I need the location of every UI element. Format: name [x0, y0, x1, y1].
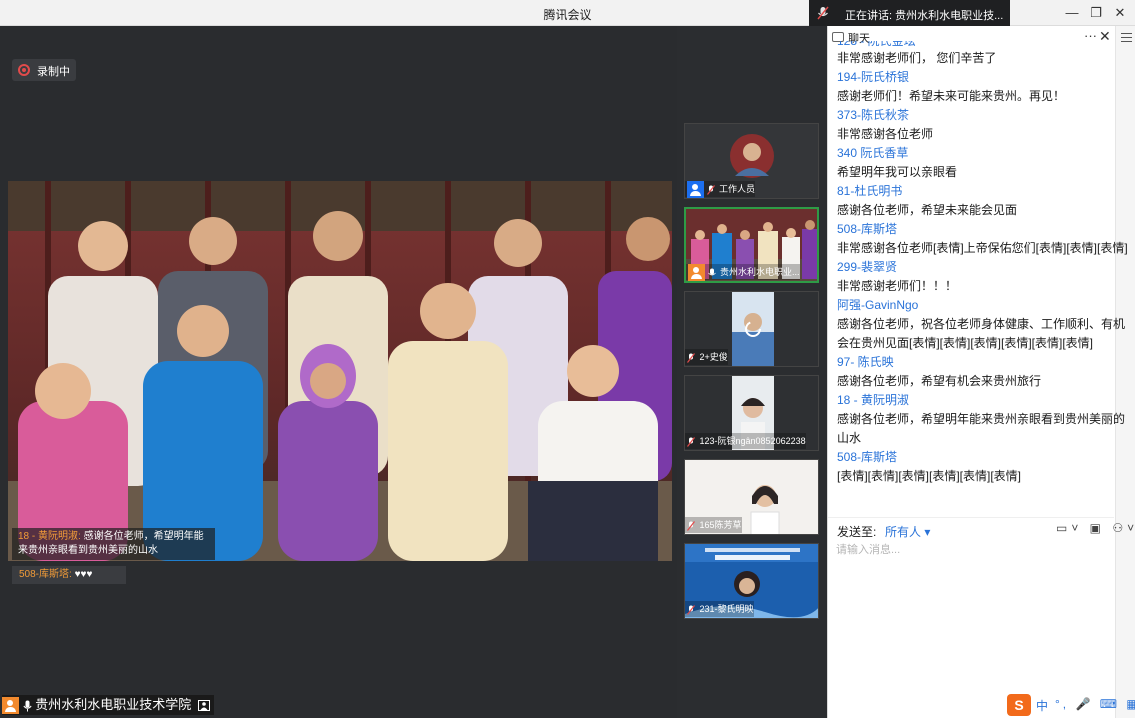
chat-sender: 508-库斯塔: [837, 222, 898, 236]
recording-indicator[interactable]: 录制中: [12, 59, 76, 81]
danmaku-sender: 508-库斯塔:: [19, 569, 72, 580]
presenter-label: 贵州水利水电职业技术学院: [2, 695, 214, 715]
main-stage: 录制中 18 - 黄阮明淑: 感谢各位老师，希望明年能来贵州亲眼看到贵州美丽的山…: [0, 26, 677, 718]
chat-message-text: 非常感谢老师们！！！: [837, 279, 958, 293]
chat-message-text: 感谢各位老师，希望未来能会见面: [837, 203, 1018, 217]
chat-sender: 18 - 黄阮明淑: [837, 393, 910, 407]
participant-thumb-active[interactable]: 贵州水利水电职业...: [684, 207, 819, 283]
mic-muted-icon: [817, 6, 829, 20]
danmaku-message: 508-库斯塔: ♥♥♥: [12, 566, 126, 584]
chat-sender: 508-库斯塔: [837, 450, 898, 464]
chat-message-text: 感谢各位老师，希望明年能来贵州亲眼看到贵州美丽的山水: [837, 412, 1126, 445]
participant-thumbnails: 工作人员 贵州水利水电职业... 2+史俊 123-阮银ngân08520622…: [677, 26, 827, 718]
chat-message-text: 非常感谢老师们， 您们辛苦了: [837, 51, 997, 65]
chat-message-text: 感谢老师们！希望未来可能来贵州。再见！: [837, 89, 1066, 103]
participant-thumb[interactable]: 2+史俊: [684, 291, 819, 367]
chat-messages[interactable]: 128 - 阮氏金玹 非常感谢老师们， 您们辛苦了 194-阮氏桥银 感谢老师们…: [837, 41, 1127, 501]
subtitle-caption: 18 - 黄阮明淑: 感谢各位老师，希望明年能来贵州亲眼看到贵州美丽的山水: [12, 528, 215, 560]
chat-message-text: [表情][表情][表情][表情][表情][表情]: [837, 469, 1022, 483]
message-input[interactable]: [836, 540, 1106, 560]
mic-muted-icon: [706, 184, 715, 195]
ime-toolbar[interactable]: S 中 °, 🎤 ⌨ ▦: [1005, 694, 1135, 716]
user-icon: [687, 181, 704, 198]
mic-muted-icon: [687, 352, 695, 363]
chat-message-text: 感谢各位老师，祝各位老师身体健康、工作顺利、有机会在贵州见面[表情][表情][表…: [837, 317, 1126, 350]
chat-tools[interactable]: ▭˅ ▣ ⚇˅: [1056, 521, 1135, 535]
thumb-label: 231-黎氏明映: [685, 601, 754, 617]
user-icon: [688, 264, 705, 281]
thumb-label: 165陈芳草: [685, 517, 742, 533]
chat-message-text: 非常感谢各位老师: [837, 127, 934, 141]
mic-muted-icon: [687, 436, 695, 447]
chat-sender: 299-裴翠贤: [837, 260, 898, 274]
presenter-name: 贵州水利水电职业技术学院: [35, 697, 192, 712]
mic-icon: [23, 700, 32, 712]
danmaku-text: ♥♥♥: [74, 569, 93, 580]
participant-thumb[interactable]: 123-阮银ngân0852062238: [684, 375, 819, 451]
minimize-button[interactable]: —: [1061, 3, 1083, 23]
participant-name: 165陈芳草: [699, 520, 742, 530]
thumb-label: 2+史俊: [685, 349, 728, 365]
participant-name: 231-黎氏明映: [699, 604, 754, 614]
chat-sender: 194-阮氏桥银: [837, 70, 910, 84]
chat-message-text: 希望明年我可以亲眼看: [837, 165, 958, 179]
meeting-window: 腾讯会议 正在讲话: 贵州水利水电职业技... — ❐ ✕ 录制中 18 - 黄…: [0, 0, 1135, 718]
send-target-row: 发送至: 所有人 ▾ ▭˅ ▣ ⚇˅: [828, 517, 1134, 540]
participant-name: 123-阮银ngân0852062238: [699, 436, 806, 446]
speaking-text: 正在讲话: 贵州水利水电职业技...: [845, 10, 1004, 22]
title-bar: 腾讯会议 正在讲话: 贵州水利水电职业技... — ❐ ✕: [0, 0, 1135, 26]
chat-message-text: 非常感谢各位老师[表情]上帝保佑您们[表情][表情][表情]: [837, 241, 1127, 255]
video-frame-image: [8, 181, 672, 561]
chat-sender: 373-陈氏秋茶: [837, 108, 910, 122]
participant-thumb[interactable]: 231-黎氏明映: [684, 543, 819, 619]
send-to-label: 发送至:: [837, 525, 877, 539]
thumb-label: 工作人员: [685, 181, 756, 198]
sogou-logo-icon: S: [1007, 694, 1031, 716]
participant-name: 2+史俊: [699, 352, 728, 362]
screen-share-icon: [197, 700, 210, 712]
recording-label: 录制中: [37, 66, 70, 78]
chat-message-text: 感谢各位老师，希望有机会来贵州旅行: [837, 374, 1042, 388]
chat-sender: 81-杜氏明书: [837, 184, 903, 198]
mic-muted-icon: [687, 604, 695, 615]
speaking-indicator: 正在讲话: 贵州水利水电职业技...: [809, 0, 1010, 26]
mic-muted-icon: [687, 520, 695, 531]
chat-sender: 阿强-GavinNgo: [837, 298, 919, 312]
record-icon: [18, 64, 30, 76]
restore-button[interactable]: ❐: [1085, 3, 1107, 23]
close-button[interactable]: ✕: [1109, 3, 1131, 23]
mic-icon: [707, 268, 716, 276]
chat-panel: 聊天 ··· ✕ 128 - 阮氏金玹 非常感谢老师们， 您们辛苦了 194-阮…: [827, 26, 1135, 718]
participant-thumb[interactable]: 工作人员: [684, 123, 819, 199]
user-icon: [2, 697, 19, 715]
chat-sender: 97- 陈氏映: [837, 355, 894, 369]
main-video: [8, 181, 672, 561]
send-target-select[interactable]: 所有人 ▾: [885, 523, 930, 540]
participant-thumb[interactable]: 165陈芳草: [684, 459, 819, 535]
participant-name: 贵州水利水电职业...: [720, 267, 800, 277]
ime-tools[interactable]: °, 🎤 ⌨ ▦: [1055, 697, 1135, 711]
participant-name: 工作人员: [719, 184, 756, 194]
subtitle-sender: 18 - 黄阮明淑:: [18, 531, 81, 542]
chat-sender: 340 阮氏香草: [837, 146, 909, 160]
thumb-label: 123-阮银ngân0852062238: [685, 433, 806, 449]
chat-sender-partial: 128 - 阮氏金玹: [837, 41, 916, 48]
ime-mode[interactable]: 中: [1036, 697, 1048, 714]
thumb-label: 贵州水利水电职业...: [686, 264, 800, 281]
